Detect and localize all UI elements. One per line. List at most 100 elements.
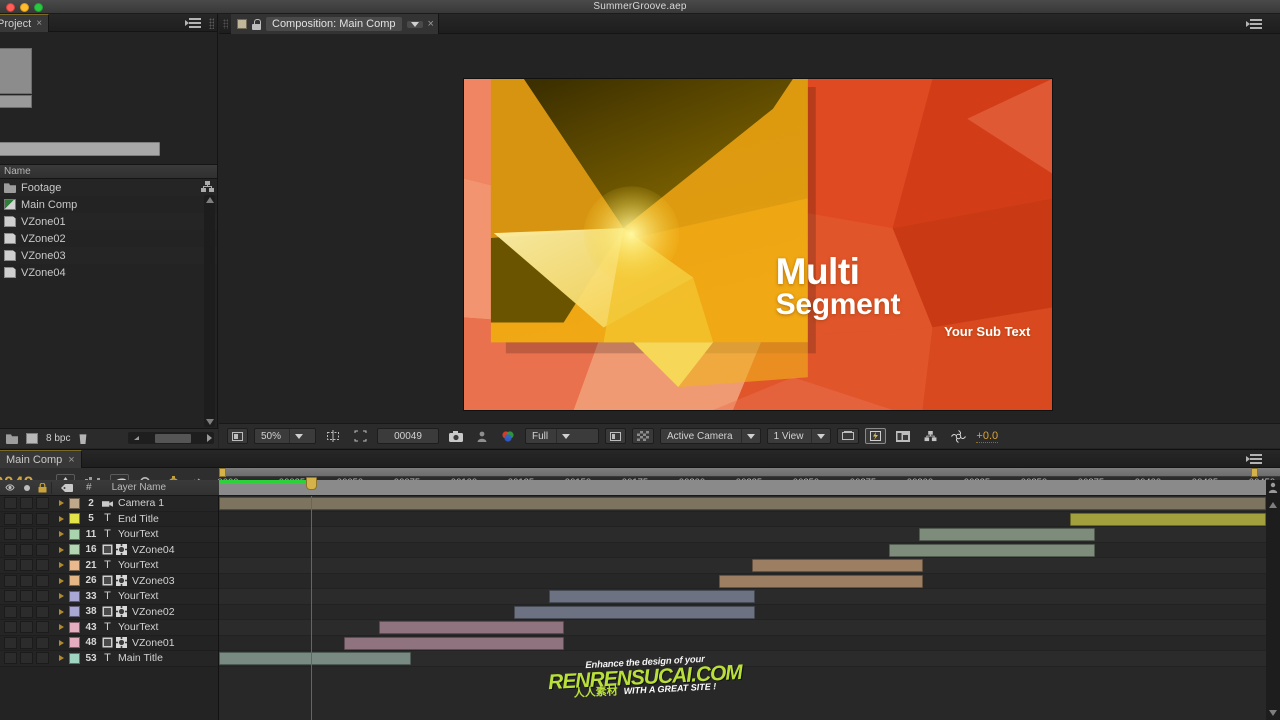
panel-grip-icon[interactable] — [223, 19, 228, 29]
video-toggle[interactable] — [4, 636, 17, 649]
audio-icon[interactable] — [23, 484, 31, 492]
work-area-end-handle[interactable] — [1251, 468, 1258, 477]
list-item[interactable]: VZone04 — [0, 264, 217, 281]
scroll-right-icon[interactable] — [207, 434, 212, 442]
solo-toggle[interactable] — [36, 559, 49, 572]
composition-canvas[interactable]: Multi Segment Your Sub Text — [463, 78, 1053, 411]
list-item[interactable]: VZone03 — [0, 247, 217, 264]
views-dropdown[interactable]: 1 View — [766, 428, 832, 444]
label-swatch[interactable] — [69, 652, 80, 664]
track-row[interactable] — [219, 527, 1266, 543]
expand-arrow-icon[interactable] — [59, 562, 64, 569]
label-swatch[interactable] — [69, 637, 80, 649]
show-channel-icon[interactable] — [497, 428, 519, 444]
video-toggle[interactable] — [4, 574, 17, 587]
layer-duration-bar[interactable] — [219, 497, 1266, 510]
expand-arrow-icon[interactable] — [59, 593, 64, 600]
audio-toggle[interactable] — [20, 497, 33, 510]
scroll-up-icon[interactable] — [1269, 502, 1277, 508]
layer-duration-bar[interactable] — [379, 621, 564, 634]
video-toggle[interactable] — [4, 652, 17, 665]
track-row[interactable] — [219, 573, 1266, 589]
continuously-rasterize-icon[interactable] — [116, 606, 127, 618]
label-swatch[interactable] — [69, 621, 80, 633]
always-preview-this-view-icon[interactable] — [227, 428, 248, 444]
playhead-handle[interactable] — [306, 477, 317, 490]
track-row[interactable] — [219, 620, 1266, 636]
panel-dots-icon[interactable] — [209, 18, 214, 29]
audio-toggle[interactable] — [20, 590, 33, 603]
lock-icon[interactable] — [252, 18, 261, 30]
audio-toggle[interactable] — [20, 605, 33, 618]
layer-duration-bar[interactable] — [1070, 512, 1266, 526]
video-toggle[interactable] — [4, 559, 17, 572]
track-row[interactable] — [219, 558, 1266, 574]
solo-toggle[interactable] — [36, 652, 49, 665]
solo-toggle[interactable] — [36, 528, 49, 541]
audio-toggle[interactable] — [20, 621, 33, 634]
video-toggle[interactable] — [4, 543, 17, 556]
table-row[interactable]: 16 VZone04 — [0, 543, 218, 558]
label-swatch[interactable] — [69, 606, 80, 618]
label-color-icon[interactable] — [60, 483, 74, 493]
transparency-grid-icon[interactable] — [632, 428, 654, 444]
close-icon[interactable]: × — [428, 18, 434, 30]
search-input[interactable] — [0, 142, 160, 156]
scrollbar-thumb[interactable] — [155, 433, 191, 443]
layer-duration-bar[interactable] — [752, 559, 923, 572]
audio-toggle[interactable] — [20, 559, 33, 572]
new-folder-icon[interactable] — [6, 434, 18, 444]
scroll-down-icon[interactable] — [1269, 710, 1277, 716]
layer-duration-bar[interactable] — [219, 652, 411, 665]
layer-duration-bar[interactable] — [889, 543, 1095, 557]
table-row[interactable]: 33 T YourText — [0, 589, 218, 605]
layer-duration-bar[interactable] — [549, 590, 755, 603]
continuously-rasterize-icon[interactable] — [116, 544, 127, 556]
tab-timeline-main-comp[interactable]: Main Comp × — [0, 450, 82, 468]
video-toggle[interactable] — [4, 590, 17, 603]
list-item[interactable]: Main Comp — [0, 196, 217, 213]
solo-toggle[interactable] — [36, 605, 49, 618]
region-of-interest-icon[interactable] — [350, 428, 371, 444]
track-row[interactable] — [219, 542, 1266, 558]
toggle-transparency-grid-icon[interactable] — [605, 428, 626, 444]
solo-toggle[interactable] — [36, 574, 49, 587]
work-area-start-handle[interactable] — [219, 468, 226, 477]
audio-toggle[interactable] — [20, 528, 33, 541]
pixel-aspect-correction-icon[interactable] — [837, 428, 860, 444]
composition-viewer[interactable]: Multi Segment Your Sub Text — [219, 34, 1280, 423]
audio-toggle[interactable] — [20, 574, 33, 587]
table-row[interactable]: 53 T Main Title — [0, 651, 218, 667]
magnification-dropdown[interactable]: 50% — [254, 428, 316, 444]
audio-toggle[interactable] — [20, 512, 33, 525]
label-swatch[interactable] — [69, 513, 80, 525]
continuously-rasterize-icon[interactable] — [116, 575, 127, 587]
list-item[interactable]: VZone01 — [0, 213, 217, 230]
expand-arrow-icon[interactable] — [59, 546, 64, 553]
label-swatch[interactable] — [69, 575, 80, 587]
video-toggle[interactable] — [4, 621, 17, 634]
scroll-left-icon[interactable] — [130, 436, 139, 440]
work-area-bar[interactable] — [219, 468, 1280, 477]
project-flowchart-icon[interactable] — [201, 181, 214, 193]
video-visibility-icon[interactable] — [4, 483, 16, 492]
layer-duration-bar[interactable] — [719, 574, 923, 588]
project-horizontal-scrollbar[interactable] — [128, 432, 214, 444]
exposure-value[interactable]: +0.0 — [976, 430, 999, 443]
comp-flowchart-icon[interactable] — [920, 428, 941, 444]
show-snapshot-icon[interactable] — [473, 428, 491, 444]
table-row[interactable]: 26 VZone03 — [0, 574, 218, 589]
timeline-toggle-icon[interactable] — [892, 428, 914, 444]
solo-toggle[interactable] — [36, 497, 49, 510]
table-row[interactable]: 48 VZone01 — [0, 636, 218, 651]
timeline-vertical-scrollbar[interactable] — [1266, 480, 1280, 720]
video-toggle[interactable] — [4, 497, 17, 510]
expand-arrow-icon[interactable] — [59, 639, 64, 646]
scroll-down-icon[interactable] — [206, 419, 214, 425]
label-swatch[interactable] — [69, 497, 80, 509]
tab-project[interactable]: Project × — [0, 14, 50, 32]
track-row[interactable] — [219, 511, 1266, 527]
expand-arrow-icon[interactable] — [59, 500, 64, 507]
layer-duration-bar[interactable] — [344, 636, 564, 650]
layer-duration-bar[interactable] — [514, 605, 755, 619]
